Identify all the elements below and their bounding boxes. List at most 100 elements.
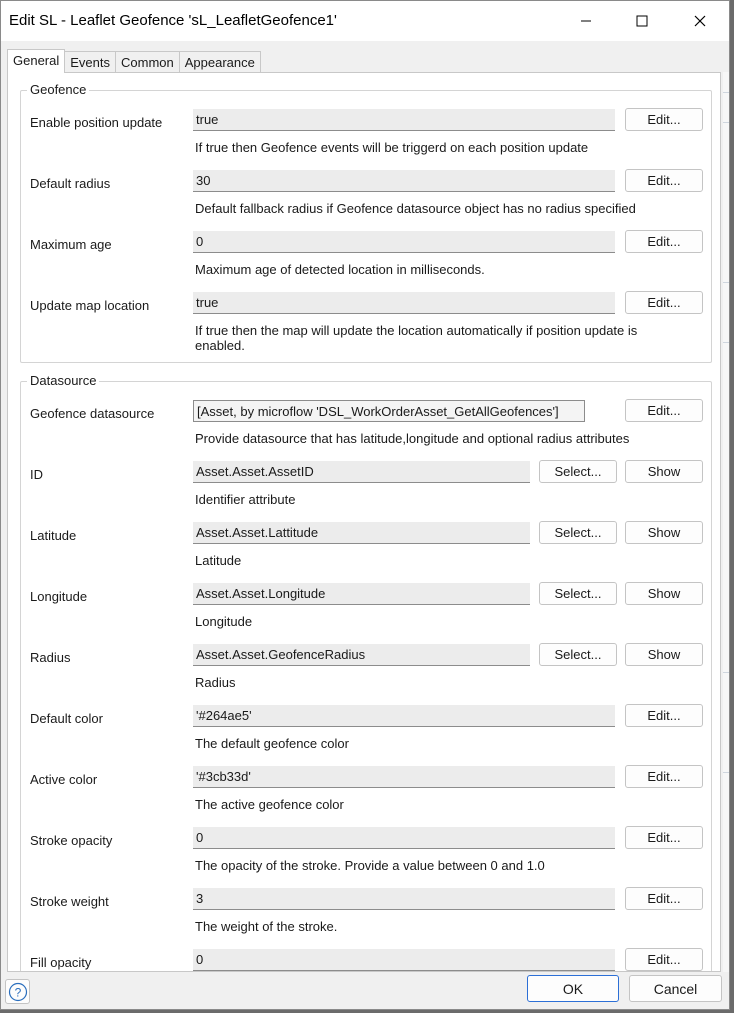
- property-description: Identifier attribute: [195, 492, 296, 507]
- divider: [723, 672, 729, 673]
- tab-common[interactable]: Common: [115, 51, 180, 73]
- property-row-id: ID Asset.Asset.AssetID Select... Show Id…: [21, 460, 711, 522]
- group-label: Datasource: [27, 373, 100, 388]
- value-field[interactable]: 3: [193, 888, 615, 910]
- property-row-latitude: Latitude Asset.Asset.Lattitude Select...…: [21, 521, 711, 583]
- title-bar: Edit SL - Leaflet Geofence 'sL_LeafletGe…: [1, 1, 729, 41]
- divider: [723, 342, 729, 343]
- tab-general[interactable]: General: [7, 49, 66, 73]
- value-field[interactable]: Asset.Asset.Lattitude: [193, 522, 530, 544]
- value-field[interactable]: true: [193, 292, 615, 314]
- property-row-update-map-location: Update map location true Edit... If true…: [21, 291, 711, 353]
- property-row-active-color: Active color '#3cb33d' Edit... The activ…: [21, 765, 711, 827]
- value-field[interactable]: '#3cb33d': [193, 766, 615, 788]
- property-description: Maximum age of detected location in mill…: [195, 262, 485, 277]
- tab-appearance[interactable]: Appearance: [178, 51, 261, 73]
- property-row-maximum-age: Maximum age 0 Edit... Maximum age of det…: [21, 230, 711, 292]
- edit-button[interactable]: Edit...: [625, 108, 703, 131]
- property-label: Longitude: [30, 589, 88, 604]
- value-field[interactable]: 0: [193, 827, 615, 849]
- show-button[interactable]: Show: [625, 460, 703, 483]
- select-button[interactable]: Select...: [539, 582, 617, 605]
- property-label: Fill opacity: [30, 955, 92, 970]
- tab-strip: General Events Common Appearance: [7, 49, 261, 73]
- property-description: Default fallback radius if Geofence data…: [195, 201, 636, 216]
- value-field[interactable]: 0: [193, 231, 615, 253]
- property-row-geofence-datasource: Geofence datasource [Asset, by microflow…: [21, 399, 711, 461]
- property-label: Enable position update: [30, 115, 163, 130]
- property-label: Stroke weight: [30, 894, 109, 909]
- property-description: The opacity of the stroke. Provide a val…: [195, 858, 545, 873]
- value-field[interactable]: [Asset, by microflow 'DSL_WorkOrderAsset…: [193, 400, 585, 422]
- property-row-default-radius: Default radius 30 Edit... Default fallba…: [21, 169, 711, 231]
- property-row-enable-position-update: Enable position update true Edit... If t…: [21, 108, 711, 170]
- select-button[interactable]: Select...: [539, 460, 617, 483]
- property-description: The default geofence color: [195, 736, 349, 751]
- value-field[interactable]: true: [193, 109, 615, 131]
- value-field[interactable]: 0: [193, 949, 615, 971]
- property-row-fill-opacity: Fill opacity 0 Edit...: [21, 948, 711, 971]
- property-row-radius: Radius Asset.Asset.GeofenceRadius Select…: [21, 643, 711, 705]
- divider: [723, 92, 729, 93]
- value-field[interactable]: '#264ae5': [193, 705, 615, 727]
- property-label: Radius: [30, 650, 71, 665]
- property-description: Radius: [195, 675, 236, 690]
- window-title: Edit SL - Leaflet Geofence 'sL_LeafletGe…: [9, 12, 337, 29]
- background-window-strip: [723, 72, 729, 972]
- property-label: Geofence datasource: [30, 406, 155, 421]
- tab-events[interactable]: Events: [64, 51, 116, 73]
- show-button[interactable]: Show: [625, 521, 703, 544]
- property-label: ID: [30, 467, 43, 482]
- edit-button[interactable]: Edit...: [625, 948, 703, 971]
- value-field[interactable]: Asset.Asset.Longitude: [193, 583, 530, 605]
- edit-button[interactable]: Edit...: [625, 826, 703, 849]
- group-label: Geofence: [27, 82, 90, 97]
- ok-button[interactable]: OK: [527, 975, 619, 1002]
- divider: [723, 122, 729, 123]
- divider: [723, 282, 729, 283]
- properties-panel: Geofence Enable position update true Edi…: [7, 72, 721, 972]
- edit-button[interactable]: Edit...: [625, 399, 703, 422]
- property-description: If true then Geofence events will be tri…: [195, 140, 589, 155]
- help-button[interactable]: ?: [5, 979, 30, 1004]
- property-description: The weight of the stroke.: [195, 919, 338, 934]
- value-field[interactable]: Asset.Asset.AssetID: [193, 461, 530, 483]
- property-row-stroke-opacity: Stroke opacity 0 Edit... The opacity of …: [21, 826, 711, 888]
- property-label: Latitude: [30, 528, 77, 543]
- property-label: Maximum age: [30, 237, 112, 252]
- help-icon: ?: [8, 982, 27, 1001]
- property-label: Stroke opacity: [30, 833, 113, 848]
- property-description: If true then the map will update the loc…: [195, 323, 638, 353]
- geofence-group: Geofence Enable position update true Edi…: [20, 82, 712, 363]
- cancel-button[interactable]: Cancel: [629, 975, 722, 1002]
- property-description: Latitude: [195, 553, 242, 568]
- edit-dialog: Edit SL - Leaflet Geofence 'sL_LeafletGe…: [0, 0, 730, 1010]
- minimize-icon[interactable]: [557, 1, 615, 41]
- edit-button[interactable]: Edit...: [625, 169, 703, 192]
- edit-button[interactable]: Edit...: [625, 291, 703, 314]
- value-field[interactable]: 30: [193, 170, 615, 192]
- property-label: Default color: [30, 711, 103, 726]
- property-label: Default radius: [30, 176, 111, 191]
- maximize-icon[interactable]: [613, 1, 671, 41]
- select-button[interactable]: Select...: [539, 643, 617, 666]
- property-description: The active geofence color: [195, 797, 344, 812]
- edit-button[interactable]: Edit...: [625, 887, 703, 910]
- value-field[interactable]: Asset.Asset.GeofenceRadius: [193, 644, 530, 666]
- property-description: Longitude: [195, 614, 253, 629]
- property-description: Provide datasource that has latitude,lon…: [195, 431, 630, 446]
- property-label: Update map location: [30, 298, 150, 313]
- edit-button[interactable]: Edit...: [625, 230, 703, 253]
- show-button[interactable]: Show: [625, 643, 703, 666]
- select-button[interactable]: Select...: [539, 521, 617, 544]
- dialog-footer: ? OK Cancel: [1, 973, 729, 1009]
- property-row-longitude: Longitude Asset.Asset.Longitude Select..…: [21, 582, 711, 644]
- edit-button[interactable]: Edit...: [625, 765, 703, 788]
- property-row-default-color: Default color '#264ae5' Edit... The defa…: [21, 704, 711, 766]
- property-row-stroke-weight: Stroke weight 3 Edit... The weight of th…: [21, 887, 711, 949]
- svg-text:?: ?: [14, 985, 21, 999]
- edit-button[interactable]: Edit...: [625, 704, 703, 727]
- show-button[interactable]: Show: [625, 582, 703, 605]
- property-label: Active color: [30, 772, 98, 787]
- close-icon[interactable]: [671, 1, 729, 41]
